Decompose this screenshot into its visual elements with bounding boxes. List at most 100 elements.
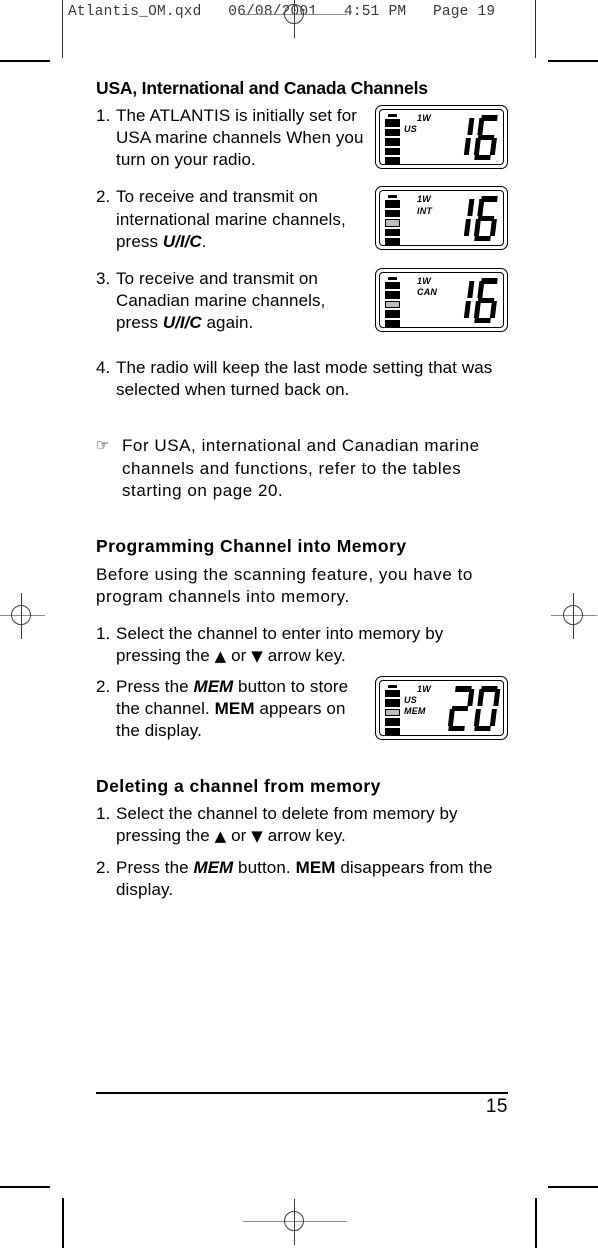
crop-mark-bottom-right (548, 1186, 598, 1188)
list-item: 1. Select the channel to delete from mem… (96, 803, 508, 847)
button-emphasis-mem: MEM (193, 857, 234, 877)
list-text-a: To receive and transmit on international… (116, 187, 346, 251)
button-emphasis-mem: MEM (193, 676, 234, 696)
list-text-b: arrow key. (262, 826, 346, 846)
up-arrow-icon: ▲ (214, 646, 227, 665)
lcd-channel-number (446, 685, 501, 731)
lcd-channel-number (446, 196, 501, 242)
list-item: 1. The ATLANTIS is initially set for USA… (96, 105, 364, 171)
lcd-screen: 1W US MEM (379, 679, 504, 736)
list-text-b: again. (201, 312, 254, 332)
battery-segment (385, 157, 400, 165)
battery-segment (385, 138, 400, 146)
registration-circle (11, 605, 31, 625)
registration-circle (284, 1211, 304, 1231)
battery-segment (385, 119, 400, 127)
list-text: Press the MEM button to store the channe… (116, 676, 364, 742)
battery-segment (385, 238, 400, 246)
list-item: 2. To receive and transmit on internatio… (96, 186, 364, 252)
list-text-b: . (201, 231, 207, 251)
header-rule-right (535, 0, 537, 58)
lcd-screen: 1W INT (379, 190, 504, 247)
list-text: Press the MEM button. MEM disappears fro… (116, 857, 508, 901)
crop-mark-top-left (0, 60, 50, 62)
lcd-display-int: 1W INT (375, 186, 508, 251)
indicator-emphasis-mem: MEM (295, 857, 336, 877)
lcd-screen: 1W CAN (379, 271, 504, 328)
lcd-channel-number (449, 277, 498, 323)
list-text-b: button. (233, 857, 296, 877)
list-text-mid: or (226, 826, 252, 846)
registration-mark-right (551, 593, 597, 639)
lcd-display-mem: 1W US MEM (375, 675, 508, 740)
instruction-text-1: 1. The ATLANTIS is initially set for USA… (96, 105, 364, 171)
note-callout: ☞ For USA, international and Canadian ma… (96, 435, 508, 502)
list-text: Select the channel to enter into memory … (116, 623, 508, 667)
battery-cap (388, 684, 397, 688)
section-heading-programming: Programming Channel into Memory (96, 536, 407, 557)
battery-segment (385, 128, 400, 137)
instruction-row-3: 3. To receive and transmit on Canadian m… (96, 267, 508, 334)
page-number: 15 (485, 1096, 508, 1117)
battery-segment (385, 689, 400, 698)
registration-mark-bottom (243, 1199, 347, 1245)
list-text: The ATLANTIS is initially set for USA ma… (116, 106, 364, 170)
crop-mark-bottom-left-vertical (62, 1198, 64, 1248)
registration-circle (284, 4, 304, 24)
registration-circle (563, 605, 583, 625)
indicator-emphasis-mem: MEM (214, 699, 255, 719)
note-text: For USA, international and Canadian mari… (122, 436, 480, 501)
list-text: Select the channel to delete from memory… (116, 803, 508, 847)
instruction-row-1: 1. The ATLANTIS is initially set for USA… (96, 105, 508, 171)
pointing-hand-icon: ☞ (96, 436, 110, 455)
registration-mark-top (243, 0, 347, 38)
battery-cap (388, 195, 397, 199)
battery-cap (388, 114, 397, 118)
list-item: 3. To receive and transmit on Canadian m… (96, 268, 364, 334)
crop-mark-bottom-left (0, 1186, 50, 1188)
instruction-text-3: 3. To receive and transmit on Canadian m… (96, 268, 364, 334)
battery-level-icon (385, 114, 401, 165)
battery-cap (388, 276, 397, 280)
list-number: 1. (96, 804, 111, 824)
battery-segment (385, 718, 400, 726)
programming-intro: Before using the scanning feature, you h… (96, 564, 473, 606)
battery-level-icon (385, 276, 401, 327)
battery-segment (385, 281, 400, 290)
battery-segment (385, 219, 400, 227)
crop-mark-bottom-right-vertical (535, 1198, 537, 1248)
list-item: 2. Press the MEM button to store the cha… (96, 676, 364, 742)
seven-segment-digit (446, 685, 475, 731)
button-emphasis-uic: U/I/C (162, 312, 202, 332)
battery-segment (385, 708, 400, 717)
battery-segment (385, 200, 400, 208)
seven-segment-digit (446, 196, 475, 241)
lcd-channel-number (446, 115, 498, 161)
list-text-b: arrow key. (262, 645, 346, 665)
list-text-a: Press the (116, 676, 194, 696)
header-rule-left (62, 0, 64, 58)
list-item: 4. The radio will keep the last mode set… (96, 357, 508, 401)
instruction-text-2: 2. To receive and transmit on internatio… (96, 186, 364, 252)
list-text: To receive and transmit on international… (116, 186, 364, 252)
battery-segment (385, 727, 400, 735)
battery-level-icon (385, 684, 401, 735)
list-number: 4. (96, 357, 111, 377)
section-heading-channels: USA, International and Canada Channels (96, 78, 428, 98)
list-number: 2. (96, 676, 111, 696)
list-number: 1. (96, 623, 111, 643)
list-number: 1. (96, 106, 111, 126)
list-item: 2. Press the MEM button. MEM disappears … (96, 857, 508, 901)
seven-segment-digit (446, 115, 475, 160)
seven-segment-digit (472, 196, 501, 242)
seven-segment-digit (472, 685, 501, 731)
crop-mark-top-right (548, 60, 598, 62)
down-arrow-icon: ▼ (251, 646, 263, 665)
list-item: 1. Select the channel to enter into memo… (96, 623, 508, 667)
battery-segment (385, 699, 400, 707)
battery-segment (385, 147, 400, 156)
section-heading-deleting: Deleting a channel from memory (96, 776, 381, 797)
lcd-screen: 1W US (379, 109, 504, 166)
list-text: The radio will keep the last mode settin… (116, 357, 493, 400)
list-number: 3. (96, 268, 111, 288)
